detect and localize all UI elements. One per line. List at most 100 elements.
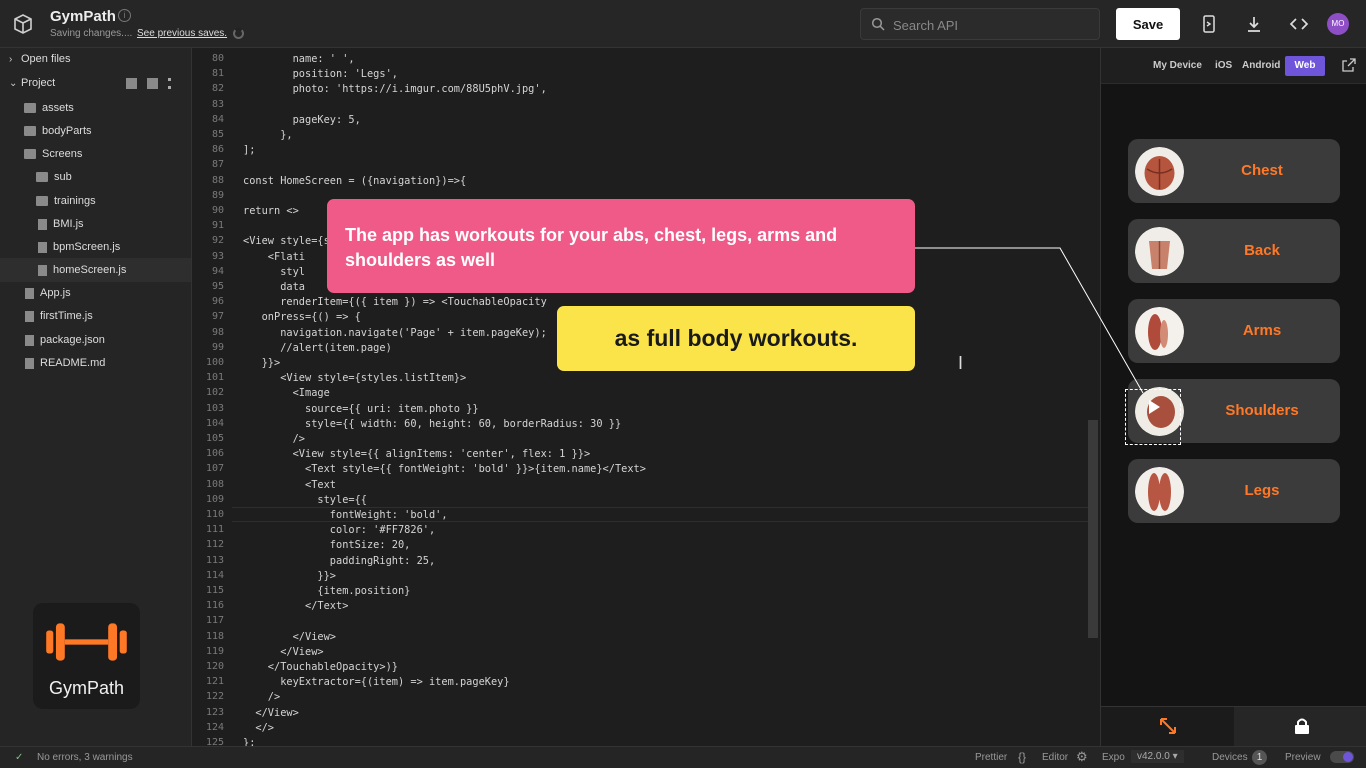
code-line[interactable]: name: ' ', <box>243 53 355 65</box>
code-line[interactable]: const HomeScreen = ({navigation})=>{ <box>243 175 466 187</box>
line-number: 94 <box>211 265 224 277</box>
code-line[interactable]: }}> <box>243 357 281 369</box>
code-line[interactable]: photo: 'https://i.imgur.com/88U5phV.jpg'… <box>243 83 547 95</box>
device-qr-icon[interactable] <box>1199 14 1219 34</box>
info-icon[interactable]: i <box>118 9 131 22</box>
code-line[interactable]: </TouchableOpacity>)} <box>243 661 398 673</box>
code-line[interactable]: <Image <box>243 387 330 399</box>
project-section[interactable]: ⌄ Project <box>9 72 55 94</box>
code-line[interactable]: fontWeight: 'bold', <box>243 509 448 521</box>
bodypart-card-back[interactable]: Back <box>1128 219 1340 283</box>
code-line[interactable]: paddingRight: 25, <box>243 555 435 567</box>
code-line[interactable]: <Flati <box>243 251 305 263</box>
tree-item-sub[interactable]: sub <box>36 166 72 188</box>
device-tabs-bar: My Device iOS Android Web <box>1101 48 1366 84</box>
project-title[interactable]: GymPath <box>50 8 116 25</box>
tab-ios[interactable]: iOS <box>1210 56 1237 76</box>
lock-icon[interactable] <box>1292 716 1312 736</box>
braces-icon[interactable]: {} <box>1018 750 1026 764</box>
code-line[interactable]: renderItem={({ item }) => <TouchableOpac… <box>243 296 547 308</box>
open-files-section[interactable]: › Open files <box>9 48 71 70</box>
code-line[interactable]: fontSize: 20, <box>243 539 411 551</box>
code-line[interactable]: <Text <box>243 479 336 491</box>
tab-android[interactable]: Android <box>1237 56 1285 76</box>
code-line[interactable]: {item.position} <box>243 585 410 597</box>
tab-web[interactable]: Web <box>1285 56 1325 76</box>
line-number: 105 <box>205 433 224 444</box>
more-options-icon[interactable] <box>168 78 171 89</box>
code-line[interactable]: onPress={() => { <box>243 311 361 323</box>
code-line[interactable]: }; <box>243 737 255 746</box>
user-avatar[interactable]: MO <box>1327 13 1349 35</box>
editor-label[interactable]: Editor <box>1042 752 1068 763</box>
code-line[interactable]: </View> <box>243 707 298 719</box>
new-file-icon[interactable] <box>126 78 137 89</box>
code-line[interactable]: color: '#FF7826', <box>243 524 435 536</box>
error-status[interactable]: No errors, 3 warnings <box>37 752 133 763</box>
code-line[interactable]: </> <box>243 722 274 734</box>
bodypart-card-shoulders[interactable]: Shoulders <box>1125 379 1340 445</box>
code-line[interactable]: }, <box>243 129 292 141</box>
embed-code-icon[interactable] <box>1289 14 1309 34</box>
bodypart-card-legs[interactable]: Legs <box>1128 459 1340 523</box>
tree-item-firsttime[interactable]: firstTime.js <box>25 305 93 327</box>
status-bar: ✓ No errors, 3 warnings Prettier {} Edit… <box>0 746 1366 768</box>
new-folder-icon[interactable] <box>147 78 158 89</box>
code-line[interactable]: /> <box>243 691 280 703</box>
code-line[interactable]: source={{ uri: item.photo }} <box>243 403 479 415</box>
search-api-box[interactable] <box>860 8 1100 40</box>
code-line[interactable]: </Text> <box>243 600 348 612</box>
code-line[interactable]: </View> <box>243 646 323 658</box>
code-line[interactable]: <View style={styles.listItem}> <box>243 372 466 384</box>
tree-item-bpmscreen[interactable]: bpmScreen.js <box>38 236 120 258</box>
save-button[interactable]: Save <box>1116 8 1180 40</box>
code-line[interactable]: ]; <box>243 144 255 156</box>
tree-item-screens[interactable]: Screens <box>24 143 82 165</box>
code-line[interactable]: return <> <box>243 205 299 217</box>
code-editor[interactable]: 80 81 82 83 84 85 86 87 88 89 90 91 92 93 94 95 96 97 98 99… <box>192 48 1100 746</box>
code-line[interactable]: style={{ width: 60, height: 60, borderRa… <box>243 418 621 430</box>
bodypart-card-arms[interactable]: Arms <box>1128 299 1340 363</box>
editor-scrollbar[interactable] <box>1088 420 1098 638</box>
code-line[interactable]: styl <box>243 266 305 278</box>
tree-item-homescreen[interactable]: homeScreen.js <box>38 259 126 281</box>
tree-item-readme[interactable]: README.md <box>25 352 105 374</box>
prettier-label[interactable]: Prettier <box>975 752 1007 763</box>
element-inspector-selection <box>1125 389 1181 445</box>
devices-label[interactable]: Devices <box>1212 752 1248 763</box>
search-api-input[interactable] <box>893 15 1093 35</box>
resize-button[interactable] <box>1101 707 1234 746</box>
tree-item-bodyparts[interactable]: bodyParts <box>24 120 92 142</box>
code-line[interactable]: <View style={{ alignItems: 'center', fle… <box>243 448 591 460</box>
preview-toggle[interactable] <box>1330 751 1354 763</box>
expo-version-select[interactable]: v42.0.0 ▾ <box>1131 750 1184 763</box>
tree-item-app[interactable]: App.js <box>25 282 71 304</box>
tree-item-trainings[interactable]: trainings <box>36 190 96 212</box>
code-line[interactable]: style={{ <box>243 494 367 506</box>
back-muscle-image <box>1135 227 1184 276</box>
download-icon[interactable] <box>1244 14 1264 34</box>
tree-item-assets[interactable]: assets <box>24 97 74 119</box>
code-line[interactable]: <View style={s <box>243 235 330 247</box>
code-line[interactable]: //alert(item.page) <box>243 342 392 354</box>
code-line[interactable]: position: 'Legs', <box>243 68 398 80</box>
gear-icon[interactable]: ⚙ <box>1076 749 1088 765</box>
code-line[interactable]: data <box>243 281 305 293</box>
open-external-icon[interactable] <box>1342 58 1356 72</box>
code-line[interactable]: pageKey: 5, <box>243 114 361 126</box>
code-line[interactable]: keyExtractor={(item) => item.pageKey} <box>243 676 509 688</box>
code-line[interactable]: </View> <box>243 631 336 643</box>
line-number: 96 <box>211 296 224 308</box>
code-line[interactable]: /> <box>243 433 305 445</box>
see-previous-saves-link[interactable]: See previous saves. <box>137 28 227 39</box>
expo-version-value: v42.0.0 <box>1137 751 1170 762</box>
tree-item-package[interactable]: package.json <box>25 329 105 351</box>
code-line[interactable]: }}> <box>243 570 336 582</box>
tree-item-bmi[interactable]: BMI.js <box>38 213 84 235</box>
code-line[interactable]: navigation.navigate('Page' + item.pageKe… <box>243 327 547 339</box>
snack-logo-icon[interactable] <box>12 13 34 35</box>
line-number: 83 <box>211 98 224 110</box>
tab-my-device[interactable]: My Device <box>1148 56 1207 76</box>
bodypart-card-chest[interactable]: Chest <box>1128 139 1340 203</box>
code-line[interactable]: <Text style={{ fontWeight: 'bold' }}>{it… <box>243 463 646 475</box>
